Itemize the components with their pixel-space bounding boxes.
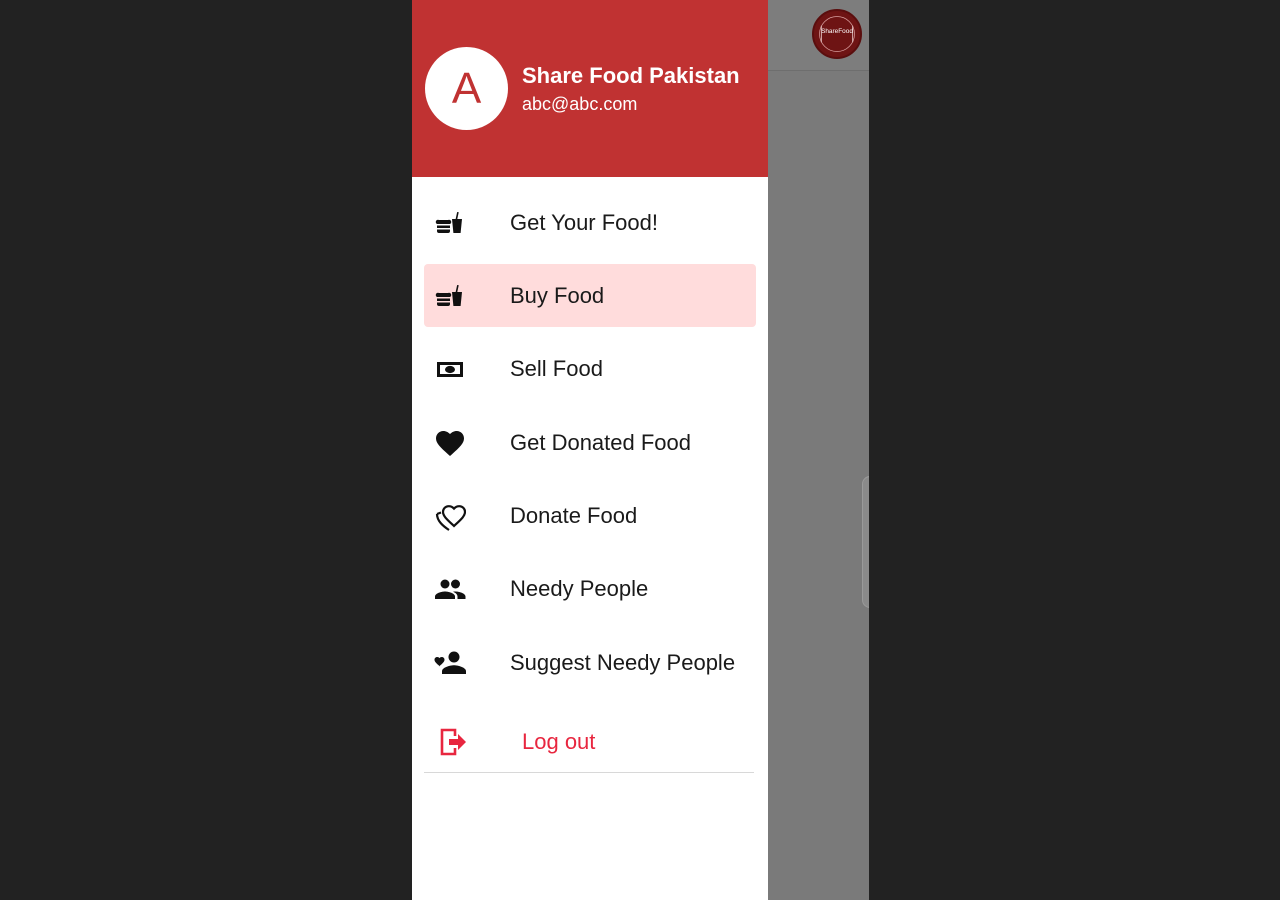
money-icon bbox=[434, 353, 466, 385]
avatar[interactable]: A bbox=[425, 47, 508, 130]
menu-item-label: Buy Food bbox=[510, 282, 605, 308]
logout-label: Log out bbox=[522, 728, 596, 754]
logout-icon bbox=[436, 726, 468, 758]
drawer-header: A Share Food Pakistan abc@abc.com bbox=[412, 0, 768, 177]
menu-item-label: Sell Food bbox=[510, 356, 603, 382]
user-email: abc@abc.com bbox=[522, 94, 638, 114]
menu-item-donate-food[interactable]: Donate Food bbox=[424, 485, 756, 548]
people-icon bbox=[434, 573, 466, 605]
menu-item-sell-food[interactable]: Sell Food bbox=[424, 338, 756, 401]
menu-item-label: Suggest Needy People bbox=[510, 649, 736, 675]
background-card-edge bbox=[862, 476, 869, 608]
menu-item-suggest-needy-people[interactable]: Suggest Needy People bbox=[424, 631, 756, 694]
navigation-drawer: A Share Food Pakistan abc@abc.com Get Yo… bbox=[412, 0, 768, 900]
person-heart-icon bbox=[434, 647, 466, 679]
menu-item-label: Get Your Food! bbox=[510, 209, 658, 235]
heart-icon bbox=[434, 427, 466, 459]
menu-item-label: Needy People bbox=[510, 576, 649, 602]
sharefood-logo-icon[interactable]: ShareFood bbox=[812, 9, 862, 59]
fastfood-icon bbox=[434, 280, 466, 312]
volunteer-heart-icon bbox=[434, 500, 466, 532]
menu-item-label: Get Donated Food bbox=[510, 429, 692, 455]
menu-item-get-donated-food[interactable]: Get Donated Food bbox=[424, 411, 756, 474]
logo-text: ShareFood bbox=[821, 28, 853, 35]
logout-button[interactable]: Log out bbox=[424, 711, 754, 773]
drawer-menu: Get Your Food! Buy Food Sell Food Get Do… bbox=[412, 191, 768, 705]
menu-item-label: Donate Food bbox=[510, 503, 638, 529]
app-name: Share Food Pakistan bbox=[522, 63, 740, 88]
menu-item-get-your-food[interactable]: Get Your Food! bbox=[424, 191, 756, 254]
fastfood-icon bbox=[434, 207, 466, 239]
menu-item-buy-food[interactable]: Buy Food bbox=[424, 264, 756, 328]
menu-item-needy-people[interactable]: Needy People bbox=[424, 558, 756, 621]
phone-screen: ShareFood A Share Food Pakistan abc@abc.… bbox=[412, 0, 869, 900]
